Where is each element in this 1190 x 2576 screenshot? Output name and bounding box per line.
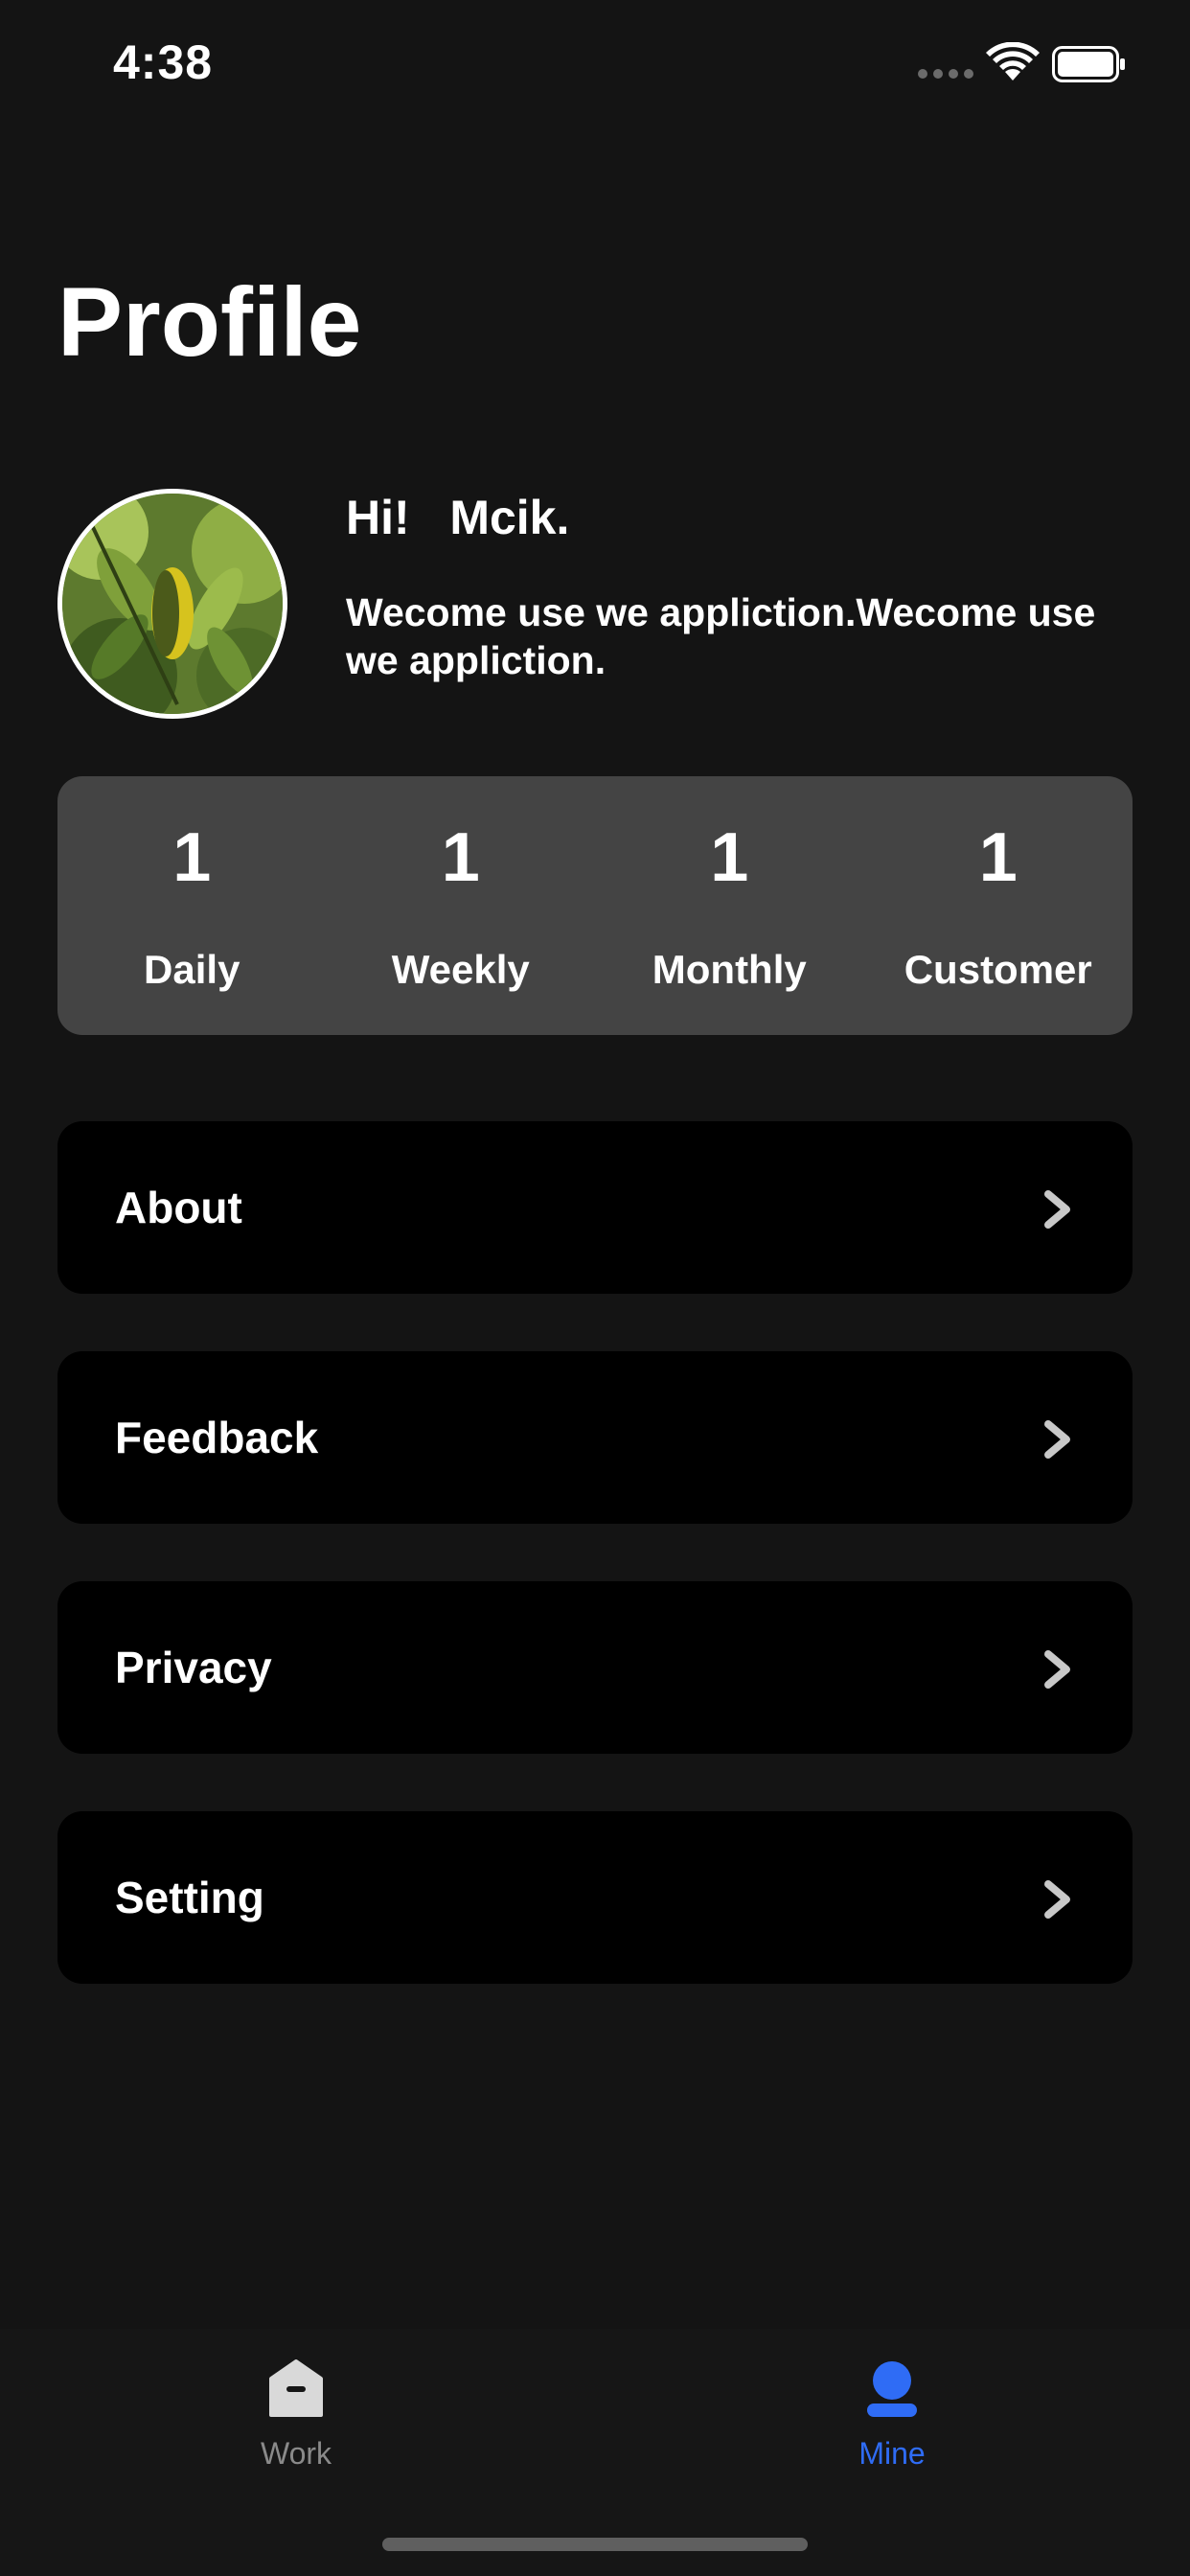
tab-label: Work (260, 2436, 332, 2471)
stat-value: 1 (978, 819, 1018, 896)
wifi-icon (986, 42, 1040, 80)
menu-item-setting[interactable]: Setting (57, 1811, 1133, 1984)
stat-value: 1 (172, 819, 212, 896)
stat-customer[interactable]: 1 Customer (864, 776, 1133, 1035)
stat-label: Customer (904, 947, 1092, 992)
house-icon (269, 2359, 323, 2417)
status-bar: 4:38 (0, 0, 1190, 126)
page-title: Profile (57, 267, 362, 377)
stat-label: Monthly (652, 947, 807, 992)
avatar[interactable] (57, 489, 287, 719)
stat-value: 1 (710, 819, 749, 896)
home-indicator[interactable] (382, 2538, 808, 2551)
stat-daily[interactable]: 1 Daily (57, 776, 327, 1035)
tab-mine[interactable]: Mine (796, 2358, 988, 2492)
battery-icon (1052, 46, 1125, 82)
stat-monthly[interactable]: 1 Monthly (595, 776, 864, 1035)
stat-label: Weekly (391, 947, 530, 992)
stat-label: Daily (144, 947, 240, 992)
menu-item-label: About (115, 1183, 242, 1232)
stats-card: 1 Daily 1 Weekly 1 Monthly 1 Customer (57, 776, 1133, 1035)
status-time: 4:38 (113, 35, 214, 89)
greeting-text: Hi! Mcik. (346, 491, 570, 544)
stat-value: 1 (441, 819, 480, 896)
menu-item-about[interactable]: About (57, 1121, 1133, 1294)
menu-item-label: Privacy (115, 1643, 272, 1692)
cellular-signal-icon (918, 69, 973, 79)
menu-item-privacy[interactable]: Privacy (57, 1581, 1133, 1754)
menu-item-feedback[interactable]: Feedback (57, 1351, 1133, 1524)
tab-label: Mine (858, 2436, 926, 2471)
chevron-right-icon (1044, 1420, 1070, 1459)
stat-weekly[interactable]: 1 Weekly (327, 776, 596, 1035)
menu-item-label: Feedback (115, 1413, 319, 1462)
chevron-right-icon (1044, 1190, 1070, 1229)
person-icon (867, 2361, 917, 2417)
welcome-text: Wecome use we appliction.Wecome use we a… (346, 590, 1096, 682)
menu-item-label: Setting (115, 1873, 264, 1922)
tab-work[interactable]: Work (200, 2358, 392, 2492)
avatar-image (62, 494, 283, 714)
chevron-right-icon (1044, 1650, 1070, 1689)
chevron-right-icon (1044, 1880, 1070, 1919)
